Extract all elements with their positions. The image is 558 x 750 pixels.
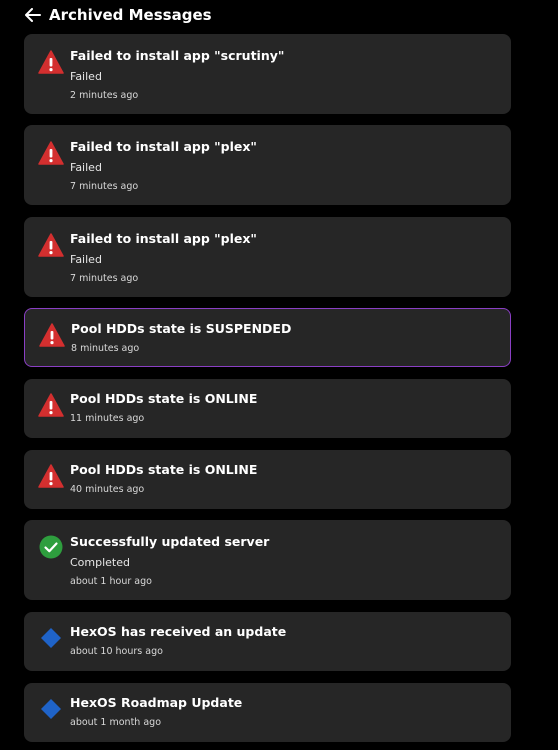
- arrow-left-icon: [25, 8, 41, 22]
- notification-title: Failed to install app "plex": [70, 139, 257, 154]
- notification-card[interactable]: Pool HDDs state is ONLINE 40 minutes ago: [24, 450, 511, 509]
- notification-title: Pool HDDs state is ONLINE: [70, 391, 258, 406]
- notification-card-selected[interactable]: Pool HDDs state is SUSPENDED 8 minutes a…: [24, 308, 511, 367]
- warning-icon: [38, 463, 64, 489]
- notification-status: Failed: [70, 161, 102, 174]
- notification-card[interactable]: Pool HDDs state is ONLINE 11 minutes ago: [24, 379, 511, 438]
- warning-icon: [38, 140, 64, 166]
- notification-title: Failed to install app "scrutiny": [70, 48, 285, 63]
- notification-status: Failed: [70, 253, 102, 266]
- notification-time: about 10 hours ago: [70, 646, 163, 657]
- notification-time: 11 minutes ago: [70, 413, 145, 424]
- back-button[interactable]: [24, 6, 42, 24]
- notification-card[interactable]: Successfully updated server Completed ab…: [24, 520, 511, 600]
- warning-icon: [38, 49, 64, 75]
- notification-card[interactable]: Failed to install app "plex" Failed 7 mi…: [24, 217, 511, 297]
- notification-status: Failed: [70, 70, 102, 83]
- warning-icon: [38, 232, 64, 258]
- notification-time: 7 minutes ago: [70, 181, 139, 192]
- diamond-icon: [38, 625, 64, 651]
- notification-time: 2 minutes ago: [70, 90, 139, 101]
- notification-card[interactable]: HexOS Roadmap Update about 1 month ago: [24, 683, 511, 742]
- notification-title: Pool HDDs state is ONLINE: [70, 462, 258, 477]
- diamond-icon: [38, 696, 64, 722]
- warning-icon: [38, 392, 64, 418]
- page-title: Archived Messages: [49, 6, 212, 24]
- page-header: Archived Messages: [24, 4, 212, 26]
- notification-title: Successfully updated server: [70, 534, 270, 549]
- notification-title: Failed to install app "plex": [70, 231, 257, 246]
- notification-time: about 1 month ago: [70, 717, 162, 728]
- notification-title: HexOS has received an update: [70, 624, 287, 639]
- notification-time: 7 minutes ago: [70, 273, 139, 284]
- notification-card[interactable]: HexOS has received an update about 10 ho…: [24, 612, 511, 671]
- notification-title: HexOS Roadmap Update: [70, 695, 243, 710]
- notification-time: 40 minutes ago: [70, 484, 145, 495]
- notification-title: Pool HDDs state is SUSPENDED: [71, 321, 292, 336]
- notification-status: Completed: [70, 556, 130, 569]
- notification-card[interactable]: Failed to install app "plex" Failed 7 mi…: [24, 125, 511, 205]
- notification-card[interactable]: Failed to install app "scrutiny" Failed …: [24, 34, 511, 114]
- warning-icon: [39, 322, 65, 348]
- check-circle-icon: [38, 534, 64, 560]
- notification-time: 8 minutes ago: [71, 343, 140, 354]
- notification-time: about 1 hour ago: [70, 576, 152, 587]
